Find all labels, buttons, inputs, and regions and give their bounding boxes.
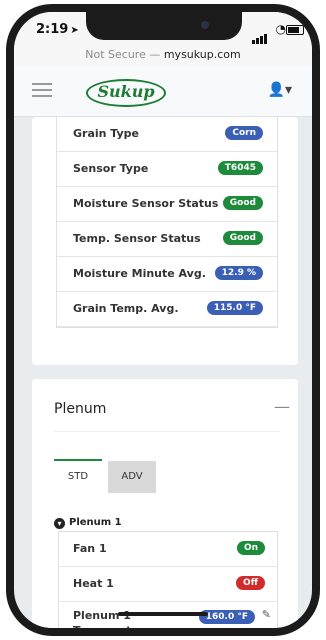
row-label: Moisture Sensor Status (73, 197, 219, 210)
time-text: 2:19 (36, 22, 69, 37)
phone-notch (86, 12, 242, 40)
status-badge: Corn (225, 126, 263, 140)
plenum-card: Plenum — STD ADV ▾ Plenum 1 Fan 1 On Heat… (32, 379, 298, 628)
row-label: Moisture Minute Avg. (73, 267, 206, 280)
row-label: Sensor Type (73, 162, 149, 175)
tab-std[interactable]: STD (54, 459, 102, 493)
clock: 2:19 ➤ (36, 22, 79, 37)
plenum-section-label: Plenum 1 (69, 517, 122, 528)
camera-icon (201, 21, 209, 29)
main-content: Grain Type Corn Sensor Type T6045 Moisture S… (14, 117, 312, 628)
row-label: Temp. Sensor Status (73, 232, 201, 245)
status-badge: Good (222, 231, 263, 245)
user-menu-icon[interactable]: 👤▾ (268, 82, 292, 98)
sensor-card: Grain Type Corn Sensor Type T6045 Moisture S… (32, 117, 298, 365)
plenum-title: Plenum (54, 401, 107, 417)
table-row: Moisture Minute Avg. 12.9 % (57, 257, 277, 292)
wifi-icon: ◔ (275, 22, 286, 36)
row-label: Plenum 1 Temperature Setpoint (73, 609, 152, 628)
signal-icon (252, 25, 268, 44)
hamburger-menu-icon[interactable] (32, 83, 52, 101)
table-row: Heat 1 Off (59, 567, 277, 602)
security-label: Not Secure — (85, 48, 161, 61)
tab-adv[interactable]: ADV (108, 461, 156, 493)
status-bar: 2:19 ➤ ◔ (14, 12, 312, 44)
navbar: Sukup 👤▾ (14, 66, 312, 117)
row-label: Grain Temp. Avg. (73, 302, 179, 315)
location-arrow-icon: ➤ (70, 25, 79, 36)
battery-icon (286, 25, 304, 35)
status-badge: Good (222, 196, 263, 210)
home-indicator[interactable] (118, 612, 208, 616)
phone-screen: 2:19 ➤ ◔ Not Secure — mysukup.com Sukup 👤… (14, 12, 312, 628)
url-bar[interactable]: Not Secure — mysukup.com (14, 44, 312, 66)
table-row: Grain Temp. Avg. 115.0 °F (57, 292, 277, 327)
row-label: Grain Type (73, 127, 140, 140)
table-row: Moisture Sensor Status Good (57, 187, 277, 222)
sukup-logo[interactable]: Sukup (86, 79, 166, 107)
phone-frame: 2:19 ➤ ◔ Not Secure — mysukup.com Sukup 👤… (0, 0, 326, 640)
status-badge: 12.9 % (214, 266, 263, 280)
status-badge: 115.0 °F (206, 301, 263, 315)
divider (54, 431, 280, 432)
table-row: Grain Type Corn (57, 117, 277, 152)
status-badge: Off (236, 576, 265, 590)
status-badge: T6045 (217, 161, 263, 175)
status-badge: On (236, 541, 265, 555)
sensor-table: Grain Type Corn Sensor Type T6045 Moisture S… (56, 117, 278, 328)
row-label: Heat 1 (73, 577, 114, 590)
table-row: Sensor Type T6045 (57, 152, 277, 187)
domain-label: mysukup.com (163, 48, 241, 61)
collapse-icon[interactable]: — (274, 397, 290, 416)
chevron-down-circle-icon: ▾ (54, 518, 65, 529)
table-row: Fan 1 On (59, 532, 277, 567)
plenum-section-header[interactable]: ▾ Plenum 1 (54, 517, 122, 529)
table-row: Temp. Sensor Status Good (57, 222, 277, 257)
row-label: Fan 1 (73, 542, 107, 555)
edit-icon[interactable]: ✎ (262, 608, 271, 621)
